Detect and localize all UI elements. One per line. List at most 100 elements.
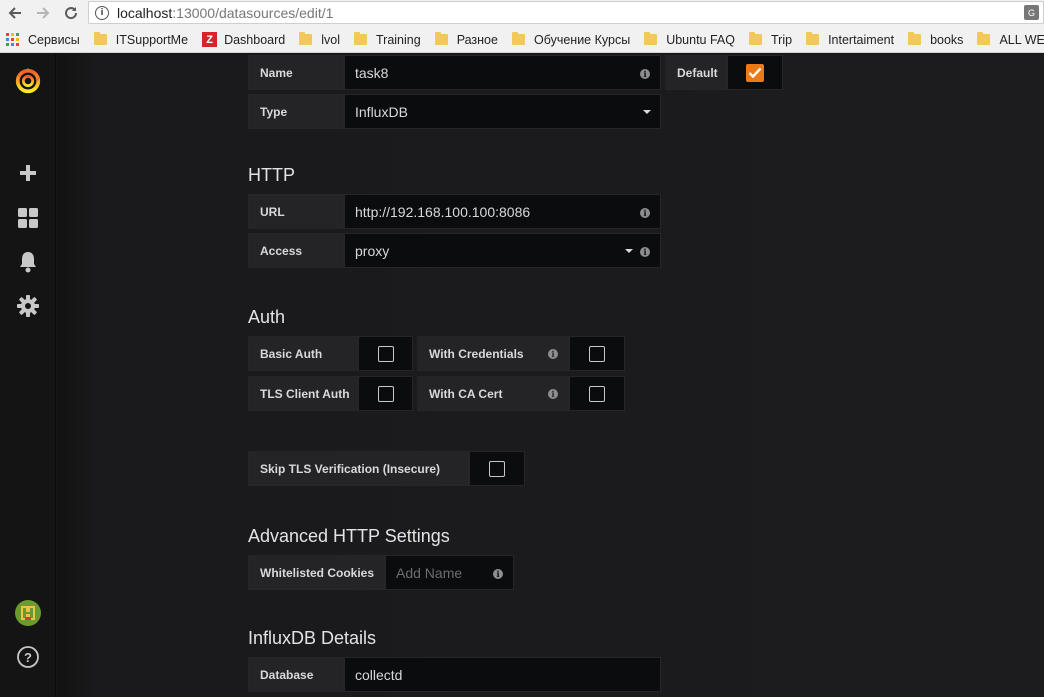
info-icon[interactable]: i xyxy=(640,69,650,79)
reload-icon[interactable] xyxy=(60,2,82,24)
name-label: Name xyxy=(248,55,344,90)
help-label: ? xyxy=(24,649,32,665)
help-icon[interactable]: ? xyxy=(14,643,42,671)
unchecked-icon xyxy=(589,345,605,362)
with-credentials-checkbox[interactable] xyxy=(569,336,625,371)
type-value: InfluxDB xyxy=(355,103,408,120)
skip-tls-label: Skip TLS Verification (Insecure) xyxy=(248,451,469,486)
info-icon[interactable]: i xyxy=(548,389,558,399)
url-path: :13000/datasources/edit/1 xyxy=(172,4,334,21)
folder-icon xyxy=(806,32,820,45)
url-label: URL xyxy=(248,194,344,229)
bookmark-label: Trip xyxy=(770,32,793,47)
bookmark-label: ITSupportMe xyxy=(115,32,189,47)
info-icon[interactable]: i xyxy=(493,569,503,579)
dashboards-icon[interactable] xyxy=(14,204,42,232)
apps-icon xyxy=(6,33,19,46)
url-row: URL http://192.168.100.100:8086 i xyxy=(248,194,661,229)
database-input[interactable]: collectd xyxy=(344,657,661,692)
info-icon[interactable]: i xyxy=(640,208,650,218)
folder-icon xyxy=(748,32,762,45)
bookmark-books[interactable]: books xyxy=(908,32,963,47)
with-ca-cert-label: With CA Cert i xyxy=(417,376,569,411)
folder-icon xyxy=(93,32,107,45)
bookmark-trip[interactable]: Trip xyxy=(748,32,793,47)
auth-section-title: Auth xyxy=(248,307,286,327)
bookmark-label: Training xyxy=(375,32,421,47)
grafana-logo-icon[interactable] xyxy=(14,67,42,95)
folder-icon xyxy=(511,32,525,45)
with-ca-cert-checkbox[interactable] xyxy=(569,376,625,411)
bookmark-label: Обучение Курсы xyxy=(533,32,631,47)
caret-down-icon xyxy=(643,110,651,114)
database-value: collectd xyxy=(355,666,403,683)
bookmark-services[interactable]: Сервисы xyxy=(6,33,80,47)
whitelisted-cookies-placeholder: Add Name xyxy=(396,564,463,581)
url-input[interactable]: http://192.168.100.100:8086 i xyxy=(344,194,661,229)
folder-icon xyxy=(434,32,448,45)
bookmark-intertaiment[interactable]: Intertaiment xyxy=(806,32,895,47)
checked-icon xyxy=(746,63,764,82)
with-ca-cert-text: With CA Cert xyxy=(429,386,503,401)
unchecked-icon xyxy=(589,385,605,402)
back-icon[interactable] xyxy=(4,2,26,24)
with-credentials-label: With Credentials i xyxy=(417,336,569,371)
bookmark-label: Ubuntu FAQ xyxy=(666,32,735,47)
bookmark-label: Сервисы xyxy=(28,32,80,47)
bookmark-obuchenie[interactable]: Обучение Курсы xyxy=(511,32,631,47)
bookmark-raznoe[interactable]: Разное xyxy=(434,32,498,47)
site-info-icon[interactable]: i xyxy=(95,5,109,20)
auth-row-2: TLS Client Auth With CA Cert i xyxy=(248,376,625,411)
folder-icon xyxy=(353,32,367,45)
type-label: Type xyxy=(248,94,344,129)
bookmark-ubuntu-faq[interactable]: Ubuntu FAQ xyxy=(644,32,735,47)
name-row: Name task8 i Default xyxy=(248,55,783,90)
gear-icon[interactable] xyxy=(14,292,42,320)
bookmark-label: ALL WEB xyxy=(999,32,1044,47)
type-select[interactable]: InfluxDB xyxy=(344,94,661,129)
access-value: proxy xyxy=(355,242,390,259)
type-row: Type InfluxDB xyxy=(248,94,661,129)
unchecked-icon xyxy=(489,460,505,477)
bookmark-itsupportme[interactable]: ITSupportMe xyxy=(93,32,189,47)
bookmark-label: lvol xyxy=(321,32,340,47)
bookmark-lvol[interactable]: lvol xyxy=(299,32,340,47)
bookmark-label: Dashboard xyxy=(224,32,286,47)
whitelisted-cookies-input[interactable]: Add Name i xyxy=(385,555,514,590)
bookmark-label: Intertaiment xyxy=(828,32,895,47)
bookmark-label: Разное xyxy=(456,32,498,47)
basic-auth-checkbox[interactable] xyxy=(358,336,413,371)
access-row: Access proxy i xyxy=(248,233,661,268)
default-checkbox[interactable] xyxy=(727,55,783,90)
name-value: task8 xyxy=(355,64,389,81)
database-row: Database collectd xyxy=(248,657,661,692)
plus-icon[interactable] xyxy=(14,159,42,187)
skip-tls-row: Skip TLS Verification (Insecure) xyxy=(248,451,525,486)
auth-row-1: Basic Auth With Credentials i xyxy=(248,336,625,371)
name-input[interactable]: task8 i xyxy=(344,55,661,90)
whitelisted-cookies-label: Whitelisted Cookies xyxy=(248,555,385,590)
tls-client-auth-checkbox[interactable] xyxy=(358,376,413,411)
unchecked-icon xyxy=(377,385,394,402)
bookmark-all-web[interactable]: ALL WEB xyxy=(977,32,1044,47)
tls-client-auth-label: TLS Client Auth xyxy=(248,376,358,411)
info-icon[interactable]: i xyxy=(640,247,650,257)
skip-tls-checkbox[interactable] xyxy=(469,451,525,486)
info-icon[interactable]: i xyxy=(548,349,558,359)
folder-icon xyxy=(908,32,922,45)
folder-icon xyxy=(644,32,658,45)
with-credentials-text: With Credentials xyxy=(429,346,524,361)
advanced-http-section-title: Advanced HTTP Settings xyxy=(248,526,450,546)
address-bar[interactable]: i localhost:13000/datasources/edit/1 G xyxy=(88,1,1044,24)
bookmark-dashboard[interactable]: Z Dashboard xyxy=(202,32,285,47)
url-value: http://192.168.100.100:8086 xyxy=(355,203,531,220)
access-label: Access xyxy=(248,233,344,268)
bell-icon[interactable] xyxy=(14,248,42,276)
folder-icon xyxy=(977,32,991,45)
translate-icon[interactable]: G xyxy=(1024,5,1039,20)
folder-icon xyxy=(299,32,313,45)
bookmark-training[interactable]: Training xyxy=(353,32,421,47)
avatar-icon[interactable] xyxy=(14,599,42,627)
access-select[interactable]: proxy i xyxy=(344,233,661,268)
forward-icon[interactable] xyxy=(32,2,54,24)
